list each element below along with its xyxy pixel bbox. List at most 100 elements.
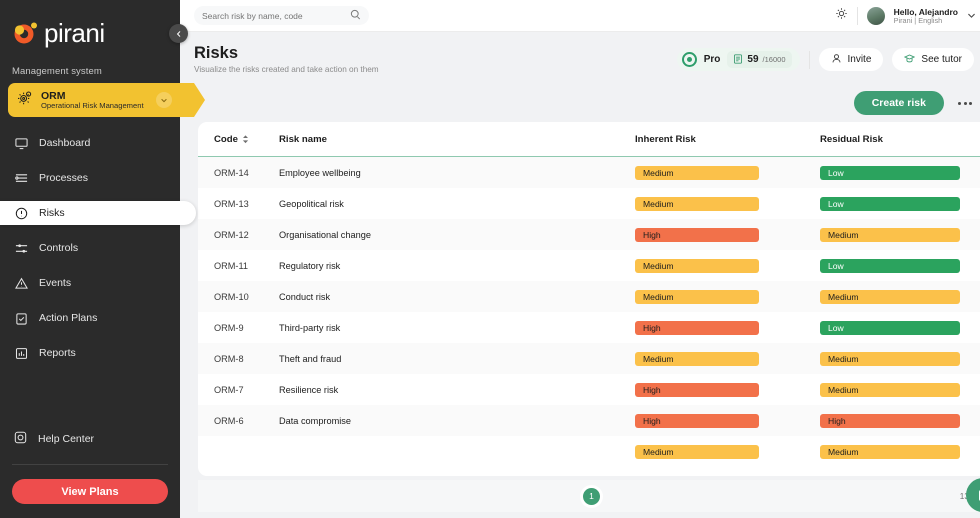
table-row[interactable]: ORM-12 Organisational change High Medium	[198, 219, 980, 250]
sidebar-item-events[interactable]: Events	[0, 271, 180, 295]
create-risk-button[interactable]: Create risk	[853, 91, 944, 115]
column-header-code[interactable]: Code	[214, 134, 279, 145]
inherent-risk-badge: Medium	[635, 289, 759, 304]
sidebar-item-label: Reports	[39, 347, 76, 359]
cell-residual-risk: Medium	[820, 382, 972, 397]
workspace-selector[interactable]: ORM Operational Risk Management	[8, 83, 205, 117]
column-header-label: Code	[214, 133, 238, 145]
cell-code: ORM-10	[214, 291, 249, 302]
main-area: Hello, Alejandro Pirani | English Risks …	[180, 0, 980, 518]
table-footer: 1 13 of	[198, 478, 980, 512]
cell-code: ORM-7	[214, 384, 244, 395]
table-row[interactable]: ORM-10 Conduct risk Medium Medium	[198, 281, 980, 312]
user-subtitle: Pirani | English	[893, 15, 943, 25]
warning-triangle-icon	[14, 276, 28, 290]
cell-residual-risk: Medium	[820, 227, 972, 242]
inherent-risk-badge: Medium	[635, 258, 759, 273]
sidebar-item-action-plans[interactable]: Action Plans	[0, 306, 180, 330]
divider	[856, 7, 858, 25]
pagination-page-1[interactable]: 1	[583, 487, 600, 505]
brand-name: pirani	[44, 18, 105, 48]
cell-inherent-risk: Medium	[635, 196, 820, 211]
search-box[interactable]	[194, 6, 369, 25]
invite-label: Invite	[847, 54, 872, 65]
column-header-risk-name[interactable]: Risk name	[279, 134, 635, 145]
cell-code: ORM-14	[214, 167, 249, 178]
search-input[interactable]	[202, 10, 332, 21]
view-plans-button[interactable]: View Plans	[12, 479, 168, 504]
table-body: ORM-14 Employee wellbeing Medium Low ORM-13 G…	[198, 157, 980, 467]
usage-total: /16000	[762, 55, 786, 64]
inherent-risk-badge: High	[635, 413, 759, 428]
invite-button[interactable]: Invite	[818, 48, 884, 71]
plan-badge[interactable]: Pro 59 /16000	[676, 48, 800, 71]
table-row[interactable]: ORM-14 Employee wellbeing Medium Low	[198, 157, 980, 188]
cell-risk-name: Geopolitical risk	[279, 198, 344, 209]
sidebar-item-reports[interactable]: Reports	[0, 341, 180, 365]
cell-residual-risk: Low	[820, 165, 972, 180]
cell-code: ORM-11	[214, 260, 249, 271]
lifebuoy-icon	[14, 431, 27, 447]
chevron-down-icon[interactable]	[967, 7, 976, 25]
person-add-icon	[831, 53, 842, 67]
bar-chart-icon	[14, 346, 28, 360]
sidebar-item-label: Processes	[39, 172, 89, 184]
table-row[interactable]: ORM-13 Geopolitical risk Medium Low	[198, 188, 980, 219]
header-actions: Pro 59 /16000 Invite See tutor	[676, 44, 974, 71]
sidebar-collapse-button[interactable]	[169, 24, 188, 43]
kebab-menu-icon[interactable]	[952, 101, 978, 105]
sidebar-item-label: Action Plans	[39, 312, 98, 324]
sort-arrows-icon[interactable]	[242, 134, 249, 144]
table-header-row: Code Risk name Inherent Risk Residual Ri…	[198, 122, 980, 157]
sidebar-item-help-center[interactable]: Help Center	[0, 427, 180, 451]
sidebar-item-controls[interactable]: Controls	[0, 236, 180, 260]
inherent-risk-badge: High	[635, 227, 759, 242]
residual-risk-badge: Low	[820, 196, 960, 211]
sidebar-item-risks[interactable]: Risks	[0, 201, 196, 225]
residual-risk-badge: Low	[820, 320, 960, 335]
see-tutorial-label: See tutor	[921, 54, 962, 65]
user-menu[interactable]: Hello, Alejandro Pirani | English	[894, 7, 958, 26]
brand-logo[interactable]: pirani	[0, 0, 180, 52]
cell-code: ORM-8	[214, 353, 244, 364]
table-row[interactable]: ORM-7 Resilience risk High Medium	[198, 374, 980, 405]
cell-code: ORM-13	[214, 198, 249, 209]
sidebar-item-processes[interactable]: Processes	[0, 166, 180, 190]
nav-gap	[0, 155, 180, 166]
cell-risk-name: Organisational change	[279, 229, 371, 240]
usage-counter: 59 /16000	[727, 51, 792, 68]
workspace-texts: ORM Operational Risk Management	[41, 90, 144, 111]
cell-risk-name: Resilience risk	[279, 384, 339, 395]
table-row[interactable]: ORM-9 Third-party risk High Low	[198, 312, 980, 343]
sidebar-item-dashboard[interactable]: Dashboard	[0, 131, 180, 155]
avatar[interactable]	[866, 7, 885, 25]
monitor-icon	[14, 136, 28, 150]
sidebar-item-label: Risks	[39, 207, 65, 219]
pirani-ring-logo-icon	[12, 20, 38, 46]
column-header-residual-risk[interactable]: Residual Risk	[820, 134, 972, 145]
gear-icon[interactable]	[835, 7, 848, 25]
usage-used: 59	[747, 54, 759, 65]
plan-label: Pro	[703, 54, 721, 65]
inherent-risk-badge: High	[635, 382, 759, 397]
cell-inherent-risk: Medium	[635, 165, 820, 180]
table-row[interactable]: ORM-11 Regulatory risk Medium Low	[198, 250, 980, 281]
workspace-name: Operational Risk Management	[41, 100, 144, 110]
search-icon[interactable]	[350, 7, 361, 25]
cell-inherent-risk: High	[635, 320, 820, 335]
cell-code: ORM-6	[214, 415, 244, 426]
top-bar: Hello, Alejandro Pirani | English	[180, 0, 980, 32]
chat-support-icon[interactable]	[966, 478, 980, 512]
residual-risk-badge: Low	[820, 258, 960, 273]
cell-risk-name: Data compromise	[279, 415, 351, 426]
inherent-risk-badge: Medium	[635, 196, 759, 211]
inherent-risk-badge: Medium	[635, 165, 759, 180]
chevron-down-icon[interactable]	[156, 92, 172, 108]
table-row[interactable]: Medium Medium	[198, 436, 980, 467]
table-row[interactable]: ORM-8 Theft and fraud Medium Medium	[198, 343, 980, 374]
see-tutorial-button[interactable]: See tutor	[892, 48, 974, 71]
table-row[interactable]: ORM-6 Data compromise High High	[198, 405, 980, 436]
column-header-inherent-risk[interactable]: Inherent Risk	[635, 134, 820, 145]
nav-gap	[0, 190, 180, 201]
sidebar-nav: Dashboard Processes Risks Controls Event…	[0, 131, 196, 365]
